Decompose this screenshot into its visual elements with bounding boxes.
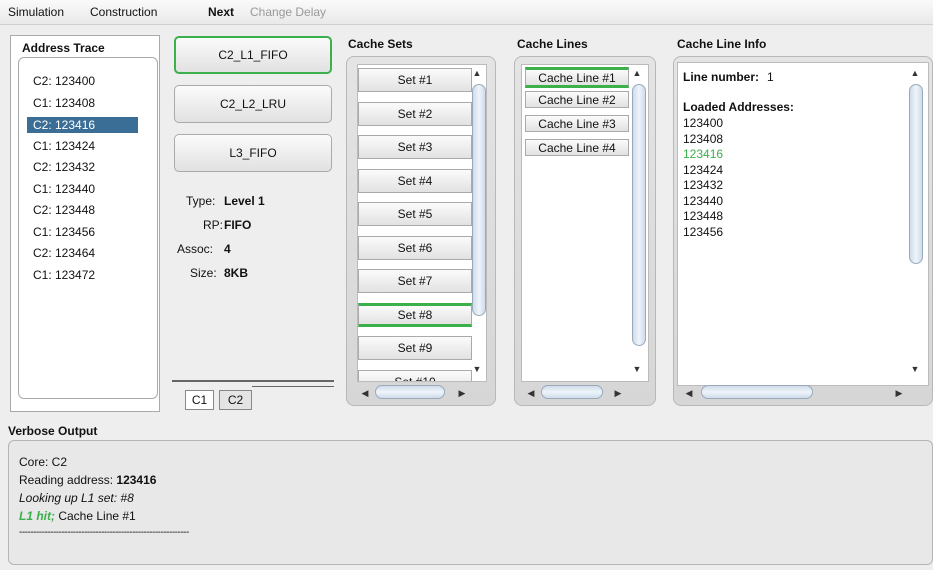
set-button[interactable]: Set #9 xyxy=(358,336,472,360)
sets-vscroll-thumb[interactable] xyxy=(472,84,486,316)
scroll-down-icon[interactable]: ▼ xyxy=(630,362,644,376)
loaded-address: 123440 xyxy=(683,193,724,208)
cache-line-button[interactable]: Cache Line #1 xyxy=(525,67,629,88)
cache-lines-list[interactable] xyxy=(521,64,649,382)
scroll-right-icon[interactable]: ▶ xyxy=(611,386,625,400)
scroll-right-icon[interactable]: ▶ xyxy=(892,386,906,400)
cache-line-button[interactable]: Cache Line #4 xyxy=(525,139,629,156)
menu-change-delay[interactable]: Change Delay xyxy=(250,5,326,19)
set-button[interactable]: Set #3 xyxy=(358,135,472,159)
rp-value: FIFO xyxy=(224,218,252,232)
line-number-label: Line number: xyxy=(683,70,760,84)
verbose-hit-label: L1 hit; xyxy=(19,509,55,523)
trace-item[interactable]: C1: 123472 xyxy=(33,268,95,282)
verbose-hit: L1 hit; Cache Line #1 xyxy=(19,509,136,523)
size-label: Size: xyxy=(190,266,217,280)
verbose-output-title: Verbose Output xyxy=(8,424,98,438)
trace-item[interactable]: C2: 123432 xyxy=(33,160,95,174)
cache-lines-title: Cache Lines xyxy=(517,37,588,51)
verbose-reading: Reading address: 123416 xyxy=(19,473,156,487)
tab-c1[interactable]: C1 xyxy=(185,390,214,410)
cache-line-info-title: Cache Line Info xyxy=(677,37,767,51)
address-trace-title: Address Trace xyxy=(22,41,105,55)
trace-item[interactable]: C1: 123440 xyxy=(33,182,95,196)
trace-item[interactable]: C2: 123416 xyxy=(27,117,138,133)
scroll-right-icon[interactable]: ▶ xyxy=(455,386,469,400)
trace-item[interactable]: C1: 123424 xyxy=(33,139,95,153)
cache-line-button[interactable]: Cache Line #3 xyxy=(525,115,629,132)
verbose-reading-label: Reading address: xyxy=(19,473,117,487)
type-value: Level 1 xyxy=(224,194,265,208)
verbose-hit-detail: Cache Line #1 xyxy=(55,509,136,523)
menu-construction[interactable]: Construction xyxy=(90,5,157,19)
loaded-address: 123456 xyxy=(683,224,724,239)
menu-bar: Simulation Construction Next Change Dela… xyxy=(0,0,933,25)
tab-divider-lower xyxy=(252,386,334,387)
cache-sets-list[interactable]: Set #1 Set #2 Set #3 Set #4 Set #5 Set #6 Set … xyxy=(357,64,487,382)
loaded-address: 123408 xyxy=(683,131,724,146)
tab-c2[interactable]: C2 xyxy=(219,390,252,410)
info-hscroll-thumb[interactable] xyxy=(701,385,813,399)
set-button[interactable]: Set #6 xyxy=(358,235,472,260)
loaded-address: 123432 xyxy=(683,178,724,192)
verbose-lookup: Looking up L1 set: #8 xyxy=(19,491,134,505)
scroll-left-icon[interactable]: ◀ xyxy=(358,386,372,400)
scroll-left-icon[interactable]: ◀ xyxy=(524,386,538,400)
trace-item[interactable]: C2: 123448 xyxy=(33,203,95,217)
trace-item[interactable]: C1: 123408 xyxy=(33,96,95,110)
lines-vscroll-thumb[interactable] xyxy=(632,84,646,346)
loaded-addresses-label: Loaded Addresses: xyxy=(683,100,794,114)
size-value: 8KB xyxy=(224,266,249,280)
set-button[interactable]: Set #10 xyxy=(358,369,472,381)
sets-hscroll-thumb[interactable] xyxy=(375,385,445,399)
type-label: Type: xyxy=(186,194,216,208)
assoc-label: Assoc: xyxy=(177,242,214,256)
verbose-separator: ----------------------------------------… xyxy=(19,527,189,538)
scroll-up-icon[interactable]: ▲ xyxy=(908,66,922,80)
scroll-up-icon[interactable]: ▲ xyxy=(470,66,484,80)
set-button[interactable]: Set #4 xyxy=(358,168,472,193)
trace-item[interactable]: C1: 123456 xyxy=(33,225,95,239)
scroll-up-icon[interactable]: ▲ xyxy=(630,66,644,80)
scroll-left-icon[interactable]: ◀ xyxy=(682,386,696,400)
verbose-output-panel: Core: C2 Reading address: 123416 Looking… xyxy=(8,440,933,565)
rp-label: RP: xyxy=(203,218,224,232)
cache-sets-title: Cache Sets xyxy=(348,37,413,51)
verbose-core: Core: C2 xyxy=(19,455,68,469)
menu-simulation[interactable]: Simulation xyxy=(8,5,64,19)
set-button[interactable]: Set #7 xyxy=(358,269,472,293)
tab-divider xyxy=(172,380,334,382)
lines-hscroll-thumb[interactable] xyxy=(541,385,603,399)
set-button[interactable]: Set #2 xyxy=(358,101,472,126)
cache-line-button[interactable]: Cache Line #2 xyxy=(525,91,629,108)
set-button[interactable]: Set #1 xyxy=(358,68,472,92)
verbose-reading-value: 123416 xyxy=(116,473,157,487)
address-trace-list[interactable]: C2: 123400 C1: 123408 C2: 123416 C1: 123424… xyxy=(18,57,158,399)
loaded-address: 123424 xyxy=(683,162,724,177)
scroll-down-icon[interactable]: ▼ xyxy=(908,362,922,376)
line-number-value: 1 xyxy=(767,70,774,84)
assoc-value: 4 xyxy=(224,242,231,256)
set-button[interactable]: Set #5 xyxy=(358,202,472,226)
loaded-address: 123448 xyxy=(683,209,724,223)
loaded-address: 123400 xyxy=(683,116,724,130)
scroll-down-icon[interactable]: ▼ xyxy=(470,362,484,376)
cache-button[interactable]: C2_L1_FIFO xyxy=(174,36,332,74)
trace-item[interactable]: C2: 123464 xyxy=(33,246,95,260)
trace-item[interactable]: C2: 123400 xyxy=(33,74,95,88)
cache-button[interactable]: L3_FIFO xyxy=(174,134,332,172)
loaded-address: 123416 xyxy=(683,147,724,161)
cache-button[interactable]: C2_L2_LRU xyxy=(174,85,332,123)
menu-next[interactable]: Next xyxy=(208,5,234,19)
set-button[interactable]: Set #8 xyxy=(358,302,472,327)
info-vscroll-thumb[interactable] xyxy=(909,84,923,264)
